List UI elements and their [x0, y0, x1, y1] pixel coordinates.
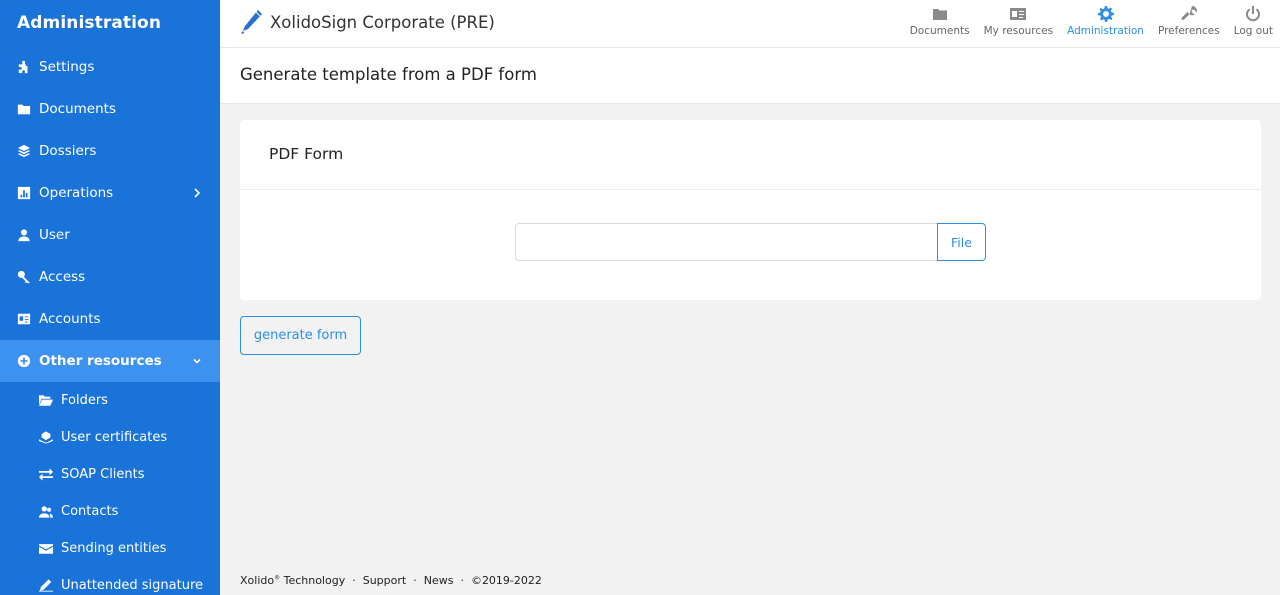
- sidebar-subitem-user-certificates[interactable]: User certificates: [0, 419, 220, 456]
- top-nav: Documents My resources Administration Pr…: [903, 6, 1280, 37]
- sidebar-item-label: Other resources: [39, 353, 162, 369]
- file-button[interactable]: File: [937, 223, 986, 261]
- sidebar-subitem-soap-clients[interactable]: SOAP Clients: [0, 456, 220, 493]
- topnav-logout[interactable]: Log out: [1227, 6, 1280, 37]
- sidebar-item-other-resources[interactable]: Other resources: [0, 340, 220, 382]
- exchange-icon: [38, 468, 54, 482]
- sidebar-subitem-label: Contacts: [61, 504, 119, 519]
- contacts-icon: [38, 505, 54, 519]
- sidebar-subitem-sending-entities[interactable]: Sending entities: [0, 530, 220, 567]
- top-bar: XolidoSign Corporate (PRE) Documents My …: [220, 0, 1280, 48]
- folder-icon: [932, 9, 947, 20]
- footer-news-link[interactable]: News: [424, 574, 454, 587]
- footer-brand: Xolido® Technology: [240, 574, 345, 587]
- sidebar-item-settings[interactable]: Settings: [0, 46, 220, 88]
- sidebar-item-label: Documents: [39, 101, 116, 117]
- puzzle-icon: [16, 59, 32, 75]
- chart-icon: [16, 185, 32, 201]
- pen-logo-icon: [241, 10, 262, 34]
- sidebar-subitem-unattended-signature[interactable]: Unattended signature: [0, 567, 220, 595]
- sidebar-item-accounts[interactable]: Accounts: [0, 298, 220, 340]
- sidebar-title: Administration: [17, 13, 162, 33]
- layers-icon: [16, 143, 32, 159]
- file-picker: File: [515, 223, 986, 261]
- topnav-label: Preferences: [1157, 25, 1220, 37]
- sidebar-item-user[interactable]: User: [0, 214, 220, 256]
- sidebar-item-access[interactable]: Access: [0, 256, 220, 298]
- envelope-icon: [38, 542, 54, 556]
- sidebar-item-operations[interactable]: Operations: [0, 172, 220, 214]
- sidebar-item-dossiers[interactable]: Dossiers: [0, 130, 220, 172]
- hand-holding-icon: [38, 431, 54, 445]
- pen-icon: [38, 579, 54, 593]
- sidebar-item-label: User: [39, 227, 70, 243]
- topnav-my-resources[interactable]: My resources: [977, 6, 1061, 37]
- sidebar-subitem-folders[interactable]: Folders: [0, 382, 220, 419]
- sidebar-subitem-label: User certificates: [61, 430, 168, 445]
- gear-icon: [1097, 6, 1114, 22]
- page-header: Generate template from a PDF form: [220, 48, 1280, 104]
- footer-support-link[interactable]: Support: [363, 574, 406, 587]
- topnav-administration[interactable]: Administration: [1060, 6, 1151, 37]
- file-path-input[interactable]: [515, 223, 937, 261]
- card-title: PDF Form: [240, 120, 1261, 190]
- sidebar-item-label: Access: [39, 269, 86, 285]
- topnav-preferences[interactable]: Preferences: [1151, 6, 1227, 37]
- sidebar-subitem-label: Folders: [61, 393, 108, 408]
- topnav-label: Documents: [909, 25, 970, 37]
- topnav-documents[interactable]: Documents: [903, 6, 977, 37]
- sidebar-subitem-label: Unattended signature: [61, 578, 204, 593]
- sidebar: Administration Settings Documents Dossie…: [0, 0, 220, 595]
- topnav-label: Administration: [1067, 25, 1144, 37]
- generate-form-button[interactable]: generate form: [240, 316, 361, 355]
- id-card-icon: [16, 311, 32, 327]
- power-icon: [1246, 6, 1261, 22]
- footer-separator: ·: [460, 574, 464, 587]
- footer-brand-suffix: Technology: [280, 574, 346, 587]
- id-card-icon: [1010, 8, 1027, 20]
- sidebar-item-label: Dossiers: [39, 143, 97, 159]
- folder-open-icon: [38, 394, 54, 408]
- footer-separator: ·: [352, 574, 356, 587]
- wrench-icon: [1181, 6, 1197, 20]
- topnav-label: My resources: [983, 25, 1054, 37]
- chevron-down-icon: [192, 354, 204, 366]
- folder-icon: [16, 101, 32, 117]
- page-title: Generate template from a PDF form: [240, 65, 537, 84]
- sidebar-subitem-label: Sending entities: [61, 541, 167, 556]
- sidebar-item-documents[interactable]: Documents: [0, 88, 220, 130]
- sidebar-subitem-contacts[interactable]: Contacts: [0, 493, 220, 530]
- footer-brand-name: Xolido: [240, 574, 275, 587]
- pdf-form-card: PDF Form File: [240, 120, 1261, 300]
- footer: Xolido® Technology · Support · News · ©2…: [240, 574, 542, 587]
- topnav-label: Log out: [1233, 25, 1273, 37]
- sidebar-item-label: Settings: [39, 59, 95, 75]
- brand[interactable]: XolidoSign Corporate (PRE): [240, 9, 495, 35]
- sidebar-item-label: Operations: [39, 185, 114, 201]
- sidebar-item-label: Accounts: [39, 311, 101, 327]
- chevron-right-icon: [192, 186, 204, 198]
- footer-separator: ·: [413, 574, 417, 587]
- sidebar-subitem-label: SOAP Clients: [61, 467, 145, 482]
- user-icon: [16, 227, 32, 243]
- brand-name: XolidoSign Corporate (PRE): [270, 12, 495, 32]
- key-icon: [16, 269, 32, 285]
- plus-circle-icon: [16, 353, 32, 369]
- footer-copyright: ©2019-2022: [470, 574, 542, 587]
